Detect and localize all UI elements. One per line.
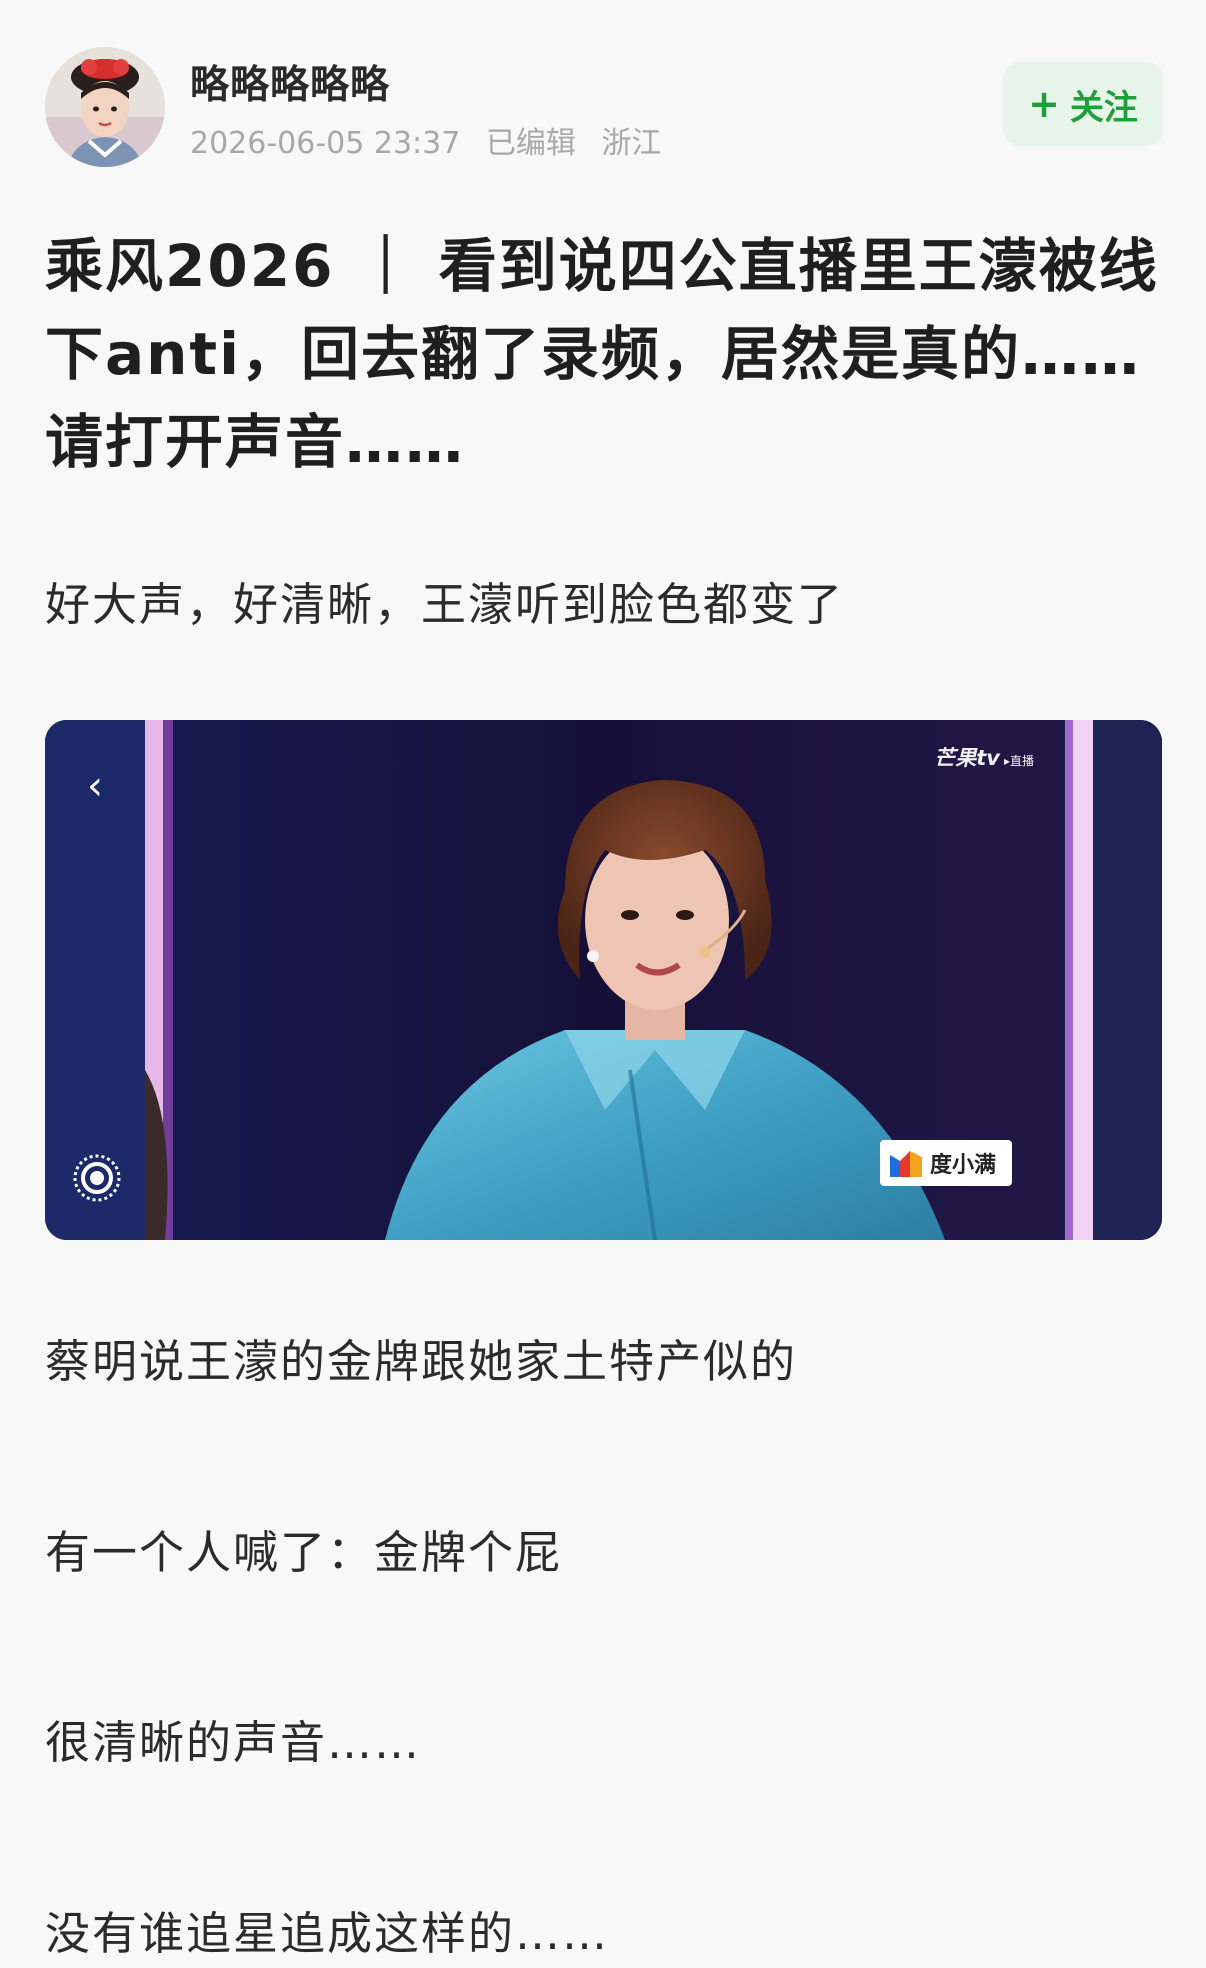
live-target-icon	[73, 1154, 121, 1202]
post-meta: 2026-06-05 23:37 已编辑 浙江	[190, 118, 677, 162]
channel-watermark: 芒果tv ▸直播	[934, 742, 1034, 772]
post-timestamp: 2026-06-05 23:37	[190, 126, 461, 161]
watermark-live-label: ▸直播	[1003, 754, 1034, 768]
sponsor-label: 度小满	[930, 1153, 997, 1178]
post-paragraph: 有一个人喊了：金牌个屁	[45, 1526, 563, 1579]
follow-button[interactable]: + 关注	[1003, 62, 1163, 146]
chevron-left-icon: ‹	[87, 763, 103, 809]
author-name[interactable]: 略略略略略	[190, 54, 390, 110]
duxiaoman-logo-icon	[890, 1151, 922, 1177]
post-title: 乘风2026 ｜ 看到说四公直播里王濛被线下anti，回去翻了录频，居然是真的……	[45, 232, 1159, 476]
post-paragraph: 没有谁追星追成这样的……	[45, 1907, 610, 1960]
post-header: 略略略略略 2026-06-05 23:37 已编辑 浙江 + 关注	[45, 42, 1163, 172]
live-view-button[interactable]	[69, 1150, 125, 1206]
post-paragraph: 很清晰的声音……	[45, 1716, 422, 1769]
sponsor-badge: 度小满	[880, 1140, 1012, 1186]
back-button[interactable]: ‹	[70, 760, 120, 810]
video-player[interactable]: ‹ 芒果tv ▸直播 度小满	[45, 720, 1162, 1240]
post-location: 浙江	[601, 126, 662, 161]
plus-icon: +	[1028, 82, 1060, 126]
author-avatar[interactable]	[45, 47, 165, 167]
avatar-icon	[45, 47, 165, 167]
follow-label: 关注	[1069, 87, 1138, 128]
edited-label: 已编辑	[485, 126, 576, 161]
watermark-logo: 芒果tv	[934, 746, 1000, 770]
post-page: 略略略略略 2026-06-05 23:37 已编辑 浙江 + 关注 乘风202…	[0, 0, 1206, 1968]
post-paragraph: 蔡明说王濛的金牌跟她家土特产似的	[45, 1335, 798, 1388]
post-paragraph: 好大声，好清晰，王濛听到脸色都变了	[45, 578, 845, 631]
